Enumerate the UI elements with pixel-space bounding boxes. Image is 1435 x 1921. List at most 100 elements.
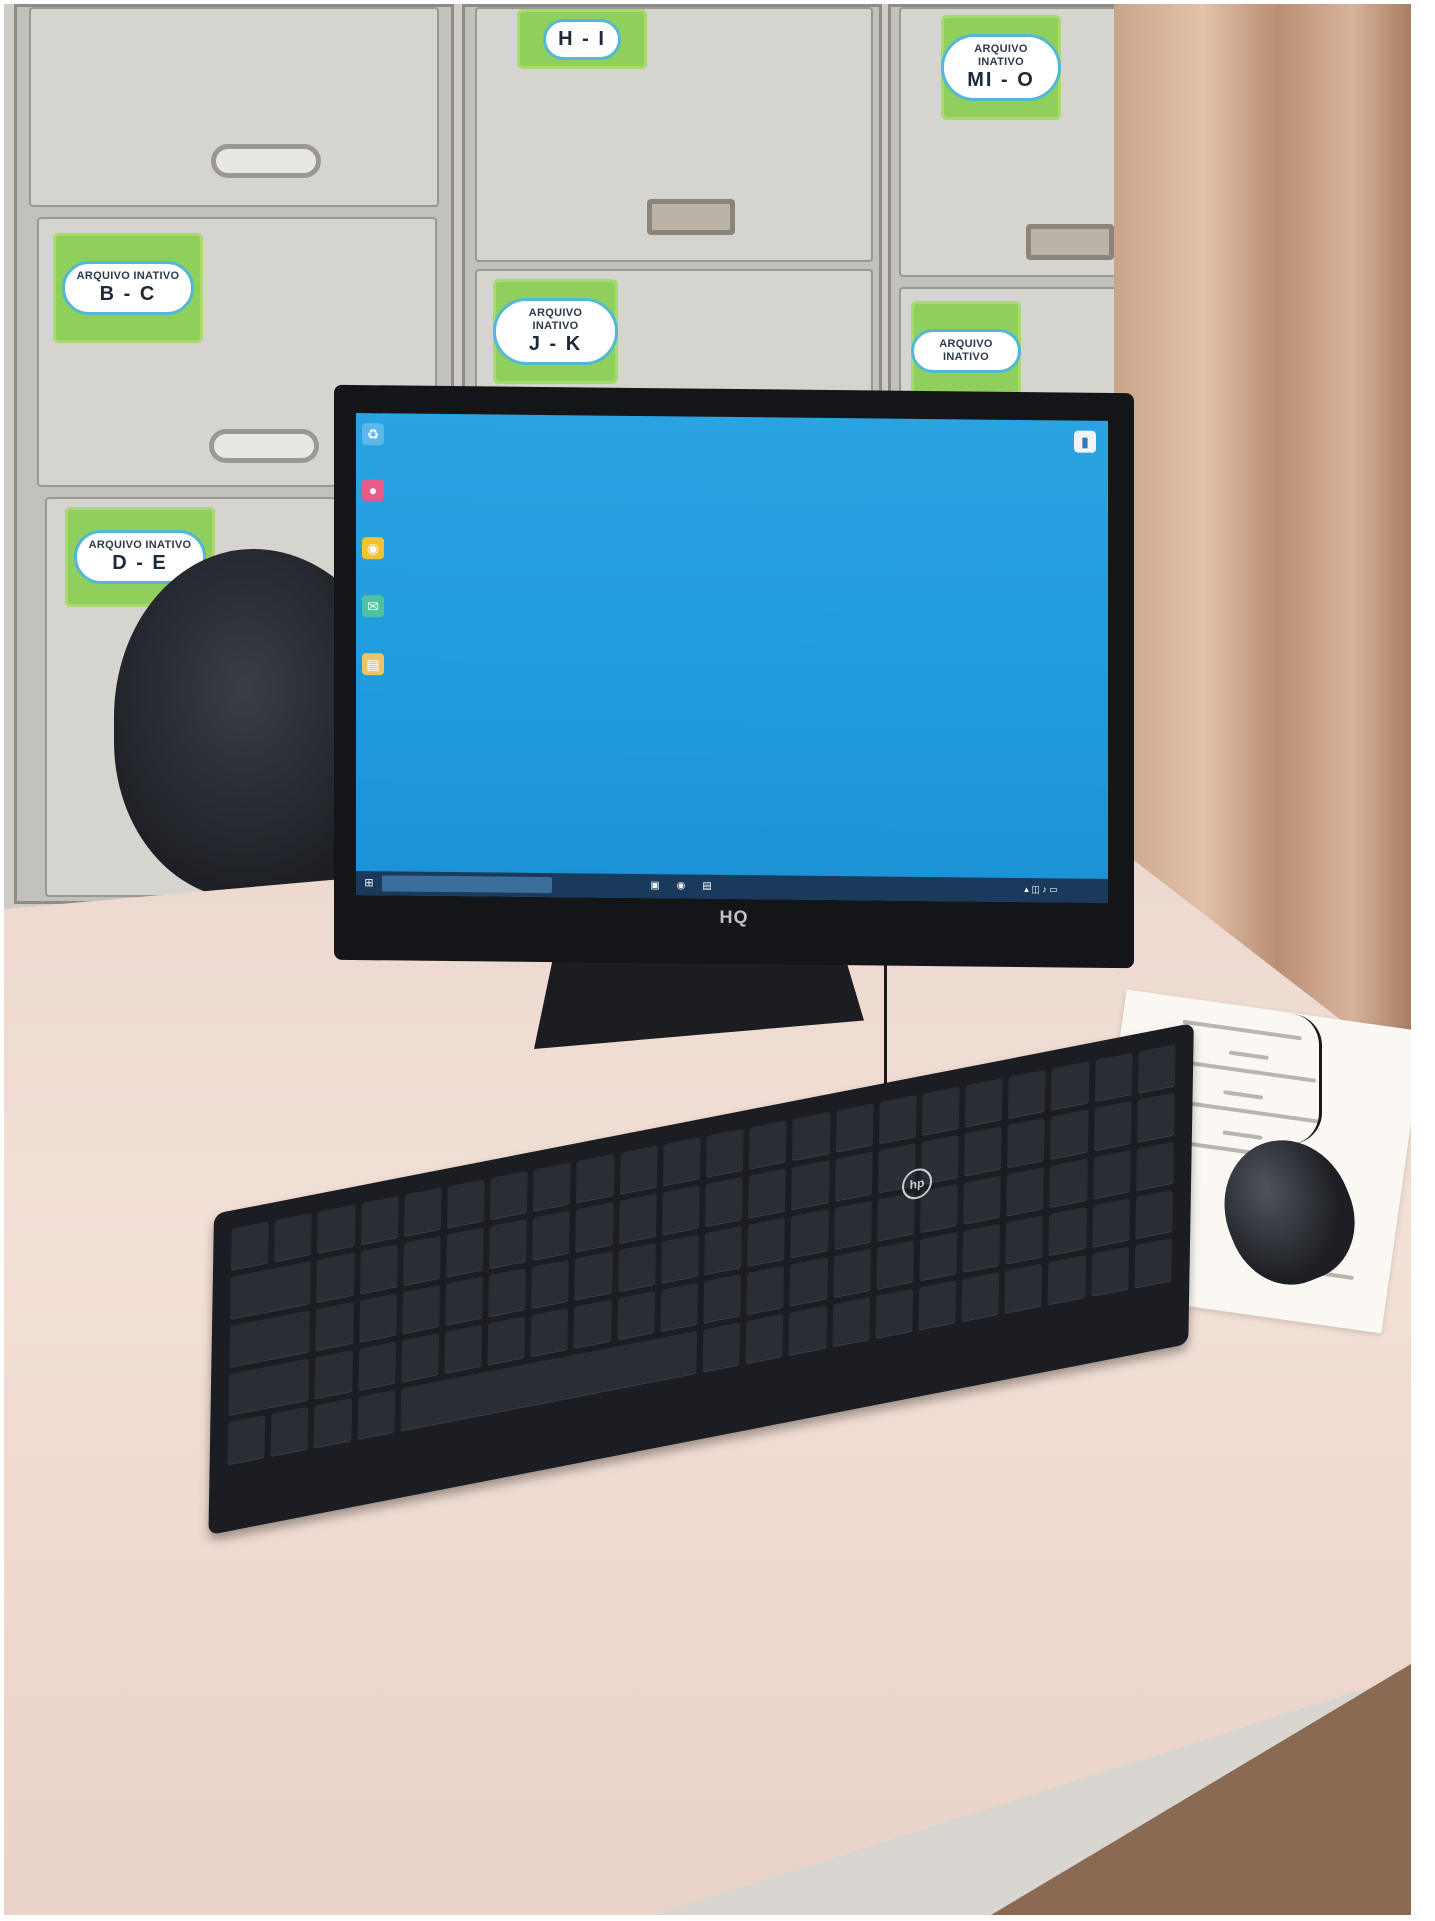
key (532, 1210, 571, 1261)
key (487, 1316, 526, 1367)
key (792, 1111, 831, 1162)
key (230, 1221, 269, 1272)
key (1093, 1101, 1132, 1152)
system-tray-icon[interactable]: ▴ ◫ ♪ ▭ (996, 880, 1086, 899)
paper-text-line (1222, 1130, 1263, 1140)
key (270, 1406, 309, 1457)
key (1006, 1166, 1045, 1217)
taskbar-app-icon[interactable]: ▣ (646, 876, 664, 894)
key (875, 1288, 914, 1339)
drawer-label-text: ARQUIVO INATIVO B - C (61, 261, 195, 315)
key (1091, 1198, 1130, 1249)
chat-icon: ✉ (362, 595, 384, 618)
key (1005, 1215, 1044, 1265)
key (791, 1160, 830, 1211)
label-title: ARQUIVO INATIVO (974, 43, 1028, 68)
desktop-screen: ♻ ● ◉ ✉ ▤ ▮ ⊞ ▣ ◉ ▤ ▴ ◫ ♪ ▭ (356, 413, 1108, 903)
key (746, 1265, 785, 1316)
chrome-icon: ◉ (362, 537, 384, 560)
key (964, 1078, 1003, 1128)
label-range: D - E (112, 551, 168, 574)
key (921, 1086, 960, 1137)
key (315, 1301, 354, 1352)
key (748, 1168, 787, 1219)
label-range: B - C (99, 282, 157, 305)
key (832, 1297, 870, 1348)
key (1094, 1052, 1133, 1103)
drawer-label-text: ARQUIVO INATIVO MI - O (941, 34, 1061, 101)
key (488, 1267, 527, 1318)
taskbar: ⊞ ▣ ◉ ▤ ▴ ◫ ♪ ▭ (356, 871, 1108, 903)
key (835, 1103, 874, 1154)
key (573, 1299, 612, 1350)
key (878, 1094, 917, 1145)
key (790, 1208, 829, 1259)
key (662, 1137, 701, 1187)
key (1137, 1044, 1176, 1095)
key (227, 1415, 266, 1466)
file-icon: ▮ (1074, 430, 1096, 453)
key (834, 1151, 873, 1202)
taskbar-app-icon[interactable]: ▤ (698, 877, 716, 895)
key (317, 1204, 356, 1255)
key (617, 1242, 656, 1293)
key (489, 1170, 528, 1221)
label-title: ARQUIVO INATIVO (528, 307, 583, 332)
cabinet-drawer: ARQUIVO INATIVO MI - O (899, 7, 1121, 277)
key (964, 1126, 1002, 1177)
key (876, 1240, 914, 1291)
key (444, 1324, 483, 1375)
drawer-handle (211, 144, 321, 178)
key (229, 1309, 311, 1369)
folder-icon: ▤ (362, 653, 384, 676)
key (357, 1390, 396, 1440)
drawer-handle (1026, 224, 1114, 260)
key (446, 1179, 485, 1229)
drawer-handle (209, 429, 319, 463)
key (313, 1398, 352, 1449)
monitor: ♻ ● ◉ ✉ ▤ ▮ ⊞ ▣ ◉ ▤ ▴ ◫ ♪ ▭ HQ (334, 384, 1134, 969)
key (401, 1333, 440, 1383)
key (962, 1223, 1001, 1274)
label-title: ARQUIVO INATIVO (88, 539, 192, 552)
drawer-label: ARQUIVO INATIVO B - C (53, 233, 203, 343)
key (788, 1305, 827, 1356)
key (1004, 1263, 1043, 1314)
key (616, 1290, 655, 1341)
label-range: J - K (528, 332, 583, 355)
key (661, 1185, 700, 1236)
cabinet-drawer (29, 7, 439, 207)
drawer-label-text: H - I (543, 18, 621, 60)
key (401, 1284, 440, 1335)
mouse-cable (1259, 1014, 1322, 1144)
key (749, 1120, 787, 1170)
key (619, 1145, 658, 1196)
key (876, 1191, 915, 1242)
taskbar-app-icon[interactable]: ◉ (672, 876, 690, 894)
key (1050, 1109, 1089, 1160)
key (1092, 1149, 1131, 1200)
cabinet-drawer: H - I (475, 7, 873, 262)
key (705, 1177, 743, 1227)
label-range: H - I (558, 27, 606, 50)
recycle-bin-icon: ♻ (362, 423, 384, 446)
filing-cabinet-middle: H - I ARQUIVO INATIVO J - K (462, 4, 882, 407)
key (833, 1200, 872, 1251)
key (575, 1202, 614, 1253)
key (358, 1293, 397, 1343)
key (228, 1358, 310, 1417)
key (359, 1244, 398, 1295)
key (445, 1227, 484, 1278)
key (702, 1322, 741, 1373)
taskbar-search-input[interactable] (382, 875, 552, 894)
key (403, 1187, 442, 1238)
start-icon[interactable]: ⊞ (360, 873, 378, 891)
key (1051, 1061, 1090, 1111)
key (1049, 1158, 1088, 1208)
app-icon: ● (362, 479, 384, 502)
key (1091, 1246, 1129, 1297)
paper-text-line (1223, 1090, 1264, 1100)
key (661, 1234, 699, 1284)
key (705, 1128, 744, 1179)
key (1136, 1092, 1175, 1143)
